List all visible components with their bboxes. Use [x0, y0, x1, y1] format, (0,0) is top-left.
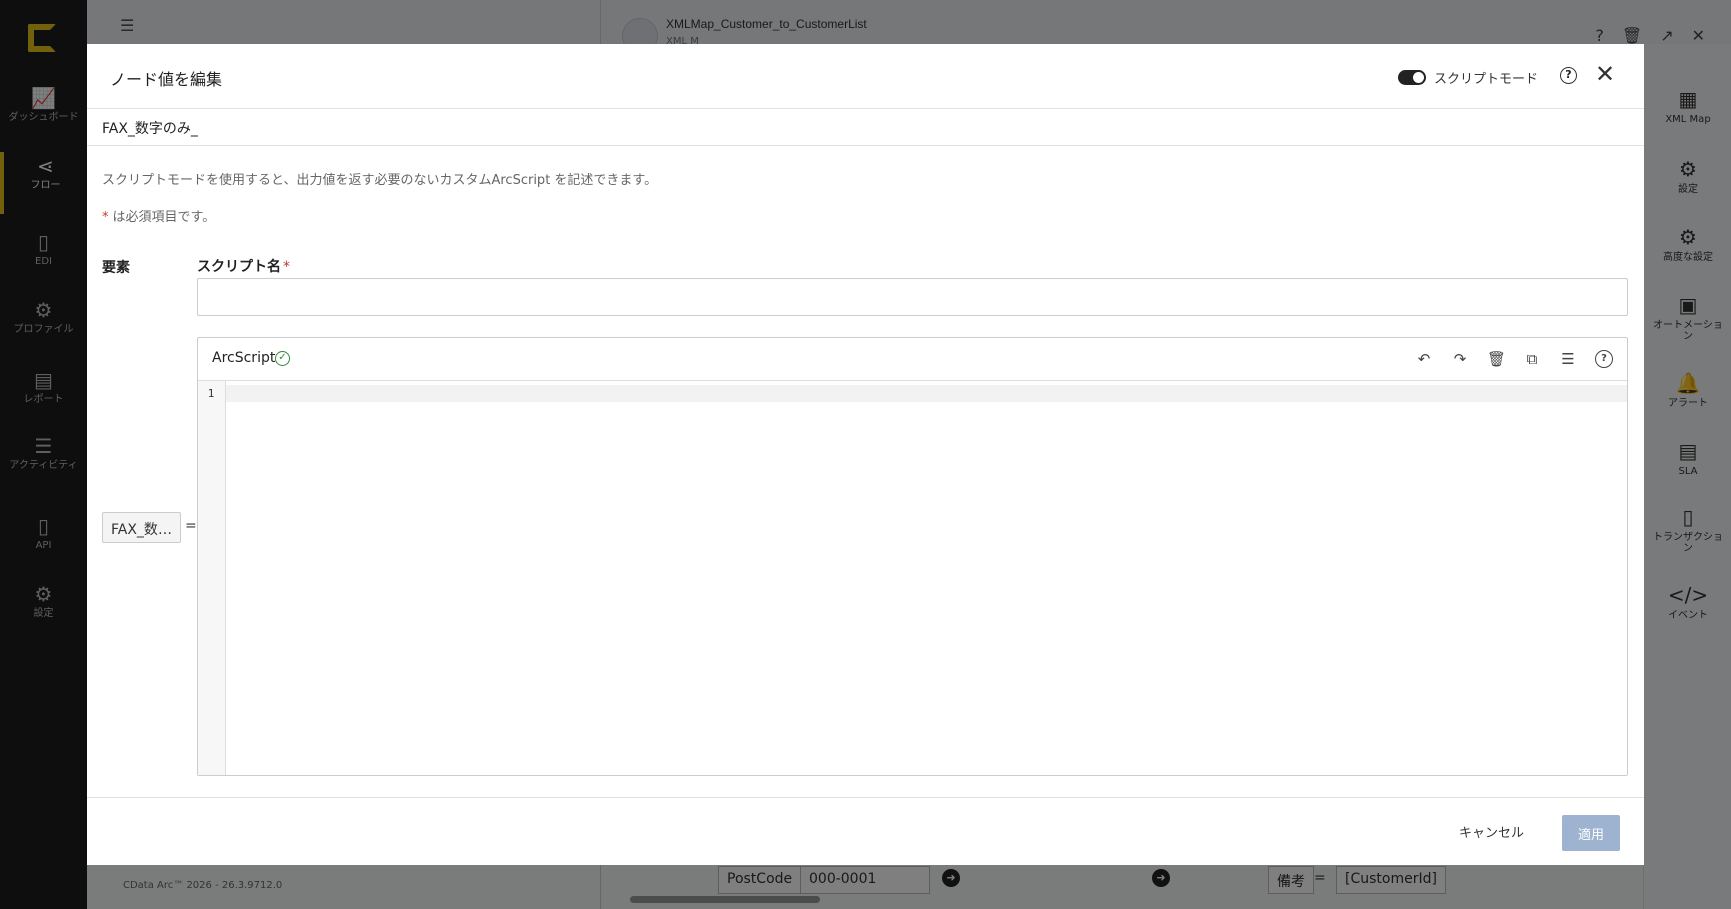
code-editor-area[interactable] [226, 385, 1627, 402]
line-number: 1 [207, 387, 215, 400]
close-icon[interactable]: ✕ [1595, 61, 1615, 87]
node-path: FAX_数字のみ_ [87, 109, 1644, 146]
script-mode-label: スクリプトモード [1434, 72, 1539, 87]
script-name-label-text: スクリプト名 [197, 259, 281, 275]
apply-button[interactable]: 適用 [1562, 815, 1620, 851]
arcscript-editor: ArcScript ✓ ↶ ↷ 🗑 ⧉ ☰ ? 1 [197, 337, 1628, 776]
script-mode-description: スクリプトモードを使用すると、出力値を返す必要のないカスタムArcScript … [102, 173, 658, 188]
undo-icon[interactable]: ↶ [1415, 350, 1433, 368]
modal-footer-divider [87, 797, 1644, 798]
copy-icon[interactable]: ⧉ [1523, 350, 1541, 368]
line-number-gutter: 1 [198, 381, 226, 775]
element-name-box: FAX_数字のみ_ [102, 512, 181, 543]
script-name-label: スクリプト名 * [197, 256, 290, 276]
editor-tools: ↶ ↷ 🗑 ⧉ ☰ ? [1415, 350, 1613, 368]
help-icon[interactable]: ? [1595, 350, 1613, 368]
cancel-button[interactable]: キャンセル [1459, 822, 1524, 841]
required-star: * [283, 259, 290, 275]
redo-icon[interactable]: ↷ [1451, 350, 1469, 368]
element-label: 要素 [102, 260, 130, 276]
help-icon[interactable]: ? [1560, 67, 1577, 84]
equals-sign: = [185, 518, 197, 534]
editor-title: ArcScript [212, 350, 276, 366]
editor-toolbar: ArcScript ✓ ↶ ↷ 🗑 ⧉ ☰ ? [198, 338, 1627, 381]
edit-node-value-modal: ノード値を編集 スクリプトモード ? ✕ FAX_数字のみ_ スクリプトモードを… [87, 44, 1644, 865]
check-circle-icon: ✓ [275, 351, 290, 366]
required-star: * [102, 210, 109, 225]
script-name-input[interactable] [197, 278, 1628, 316]
required-note-text: は必須項目です。 [112, 210, 216, 225]
trash-icon[interactable]: 🗑 [1487, 350, 1506, 368]
modal-header: ノード値を編集 スクリプトモード ? ✕ [87, 44, 1644, 109]
script-mode-toggle[interactable] [1398, 70, 1426, 85]
format-lines-icon[interactable]: ☰ [1559, 350, 1577, 368]
modal-title: ノード値を編集 [110, 70, 223, 89]
required-note: * は必須項目です。 [102, 206, 215, 225]
